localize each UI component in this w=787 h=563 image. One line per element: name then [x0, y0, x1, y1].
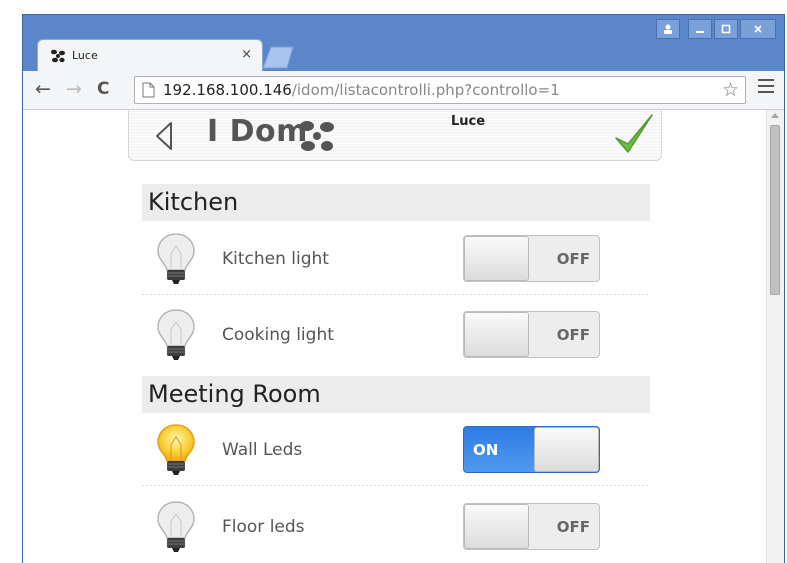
toggle-state-label: OFF: [556, 250, 590, 268]
page-viewport: I Dom Luce Kitchen Kitchen light OFF Coo…: [23, 110, 784, 563]
toggle-knob[interactable]: [534, 427, 599, 472]
forward-icon[interactable]: →: [66, 79, 82, 99]
lightbulb-off-icon: [157, 309, 195, 360]
menu-icon[interactable]: [758, 79, 774, 97]
toggle-state-label: ON: [473, 441, 499, 459]
app-logo-text: I Dom: [207, 114, 308, 149]
light-row: Wall Leds ON: [142, 412, 650, 486]
lightbulb-off-icon: [157, 233, 195, 284]
light-row: Cooking light OFF: [142, 297, 650, 371]
browser-tab[interactable]: Luce ×: [37, 39, 263, 71]
section-kitchen: Kitchen: [142, 184, 650, 221]
vertical-scrollbar[interactable]: [766, 110, 784, 563]
lightbulb-on-icon: [157, 424, 195, 475]
scroll-up-icon[interactable]: [771, 113, 779, 118]
toggle-state-label: OFF: [556, 326, 590, 344]
light-toggle-switch[interactable]: OFF: [463, 311, 600, 358]
section-title: Kitchen: [148, 188, 239, 216]
tab-title: Luce: [72, 49, 98, 62]
url-text: 192.168.100.146/idom/listacontrolli.php?…: [163, 81, 560, 99]
new-tab-button[interactable]: [259, 45, 297, 69]
toggle-knob[interactable]: [464, 236, 529, 281]
light-row: Kitchen light OFF: [142, 221, 650, 295]
user-icon[interactable]: [656, 19, 680, 39]
url-path: /idom/listacontrolli.php?controllo=1: [291, 81, 560, 99]
page-title: Luce: [451, 114, 486, 129]
back-arrow-icon[interactable]: [153, 120, 175, 152]
tab-close-icon[interactable]: ×: [241, 47, 252, 62]
row-divider: [142, 485, 650, 486]
light-name: Cooking light: [222, 325, 334, 345]
toggle-knob[interactable]: [464, 504, 529, 549]
title-bar: Luce ×: [23, 15, 784, 71]
scrollbar-thumb[interactable]: [770, 125, 780, 295]
minimize-icon[interactable]: [688, 19, 712, 39]
checkmark-icon[interactable]: [613, 112, 655, 156]
row-divider: [142, 294, 650, 295]
window-controls: [656, 19, 776, 39]
lightbulb-off-icon: [157, 501, 195, 552]
browser-toolbar: ← → C 192.168.100.146/idom/listacontroll…: [23, 71, 784, 110]
address-bar[interactable]: 192.168.100.146/idom/listacontrolli.php?…: [134, 76, 746, 104]
light-toggle-switch[interactable]: OFF: [463, 503, 600, 550]
fan-logo-icon: [300, 121, 334, 151]
light-name: Floor leds: [222, 517, 305, 537]
reload-icon[interactable]: C: [97, 79, 109, 99]
back-icon[interactable]: ←: [35, 79, 51, 99]
bookmark-star-icon[interactable]: ☆: [722, 79, 739, 101]
section-meeting-room: Meeting Room: [142, 376, 650, 413]
app-header: I Dom Luce: [128, 110, 662, 161]
close-window-icon[interactable]: [740, 19, 776, 39]
light-toggle-switch[interactable]: ON: [463, 426, 600, 473]
toggle-state-label: OFF: [556, 518, 590, 536]
section-title: Meeting Room: [148, 380, 321, 408]
maximize-icon[interactable]: [714, 19, 738, 39]
light-name: Wall Leds: [222, 440, 303, 460]
light-name: Kitchen light: [222, 249, 329, 269]
toggle-knob[interactable]: [464, 312, 529, 357]
light-row: Floor leds OFF: [142, 489, 650, 563]
fan-logo-icon: [51, 49, 65, 63]
light-toggle-switch[interactable]: OFF: [463, 235, 600, 282]
page-icon: [142, 82, 155, 98]
browser-window: Luce × ← → C 192.168.100.146/idom/listac…: [22, 14, 785, 563]
url-host: 192.168.100.146: [163, 81, 292, 99]
